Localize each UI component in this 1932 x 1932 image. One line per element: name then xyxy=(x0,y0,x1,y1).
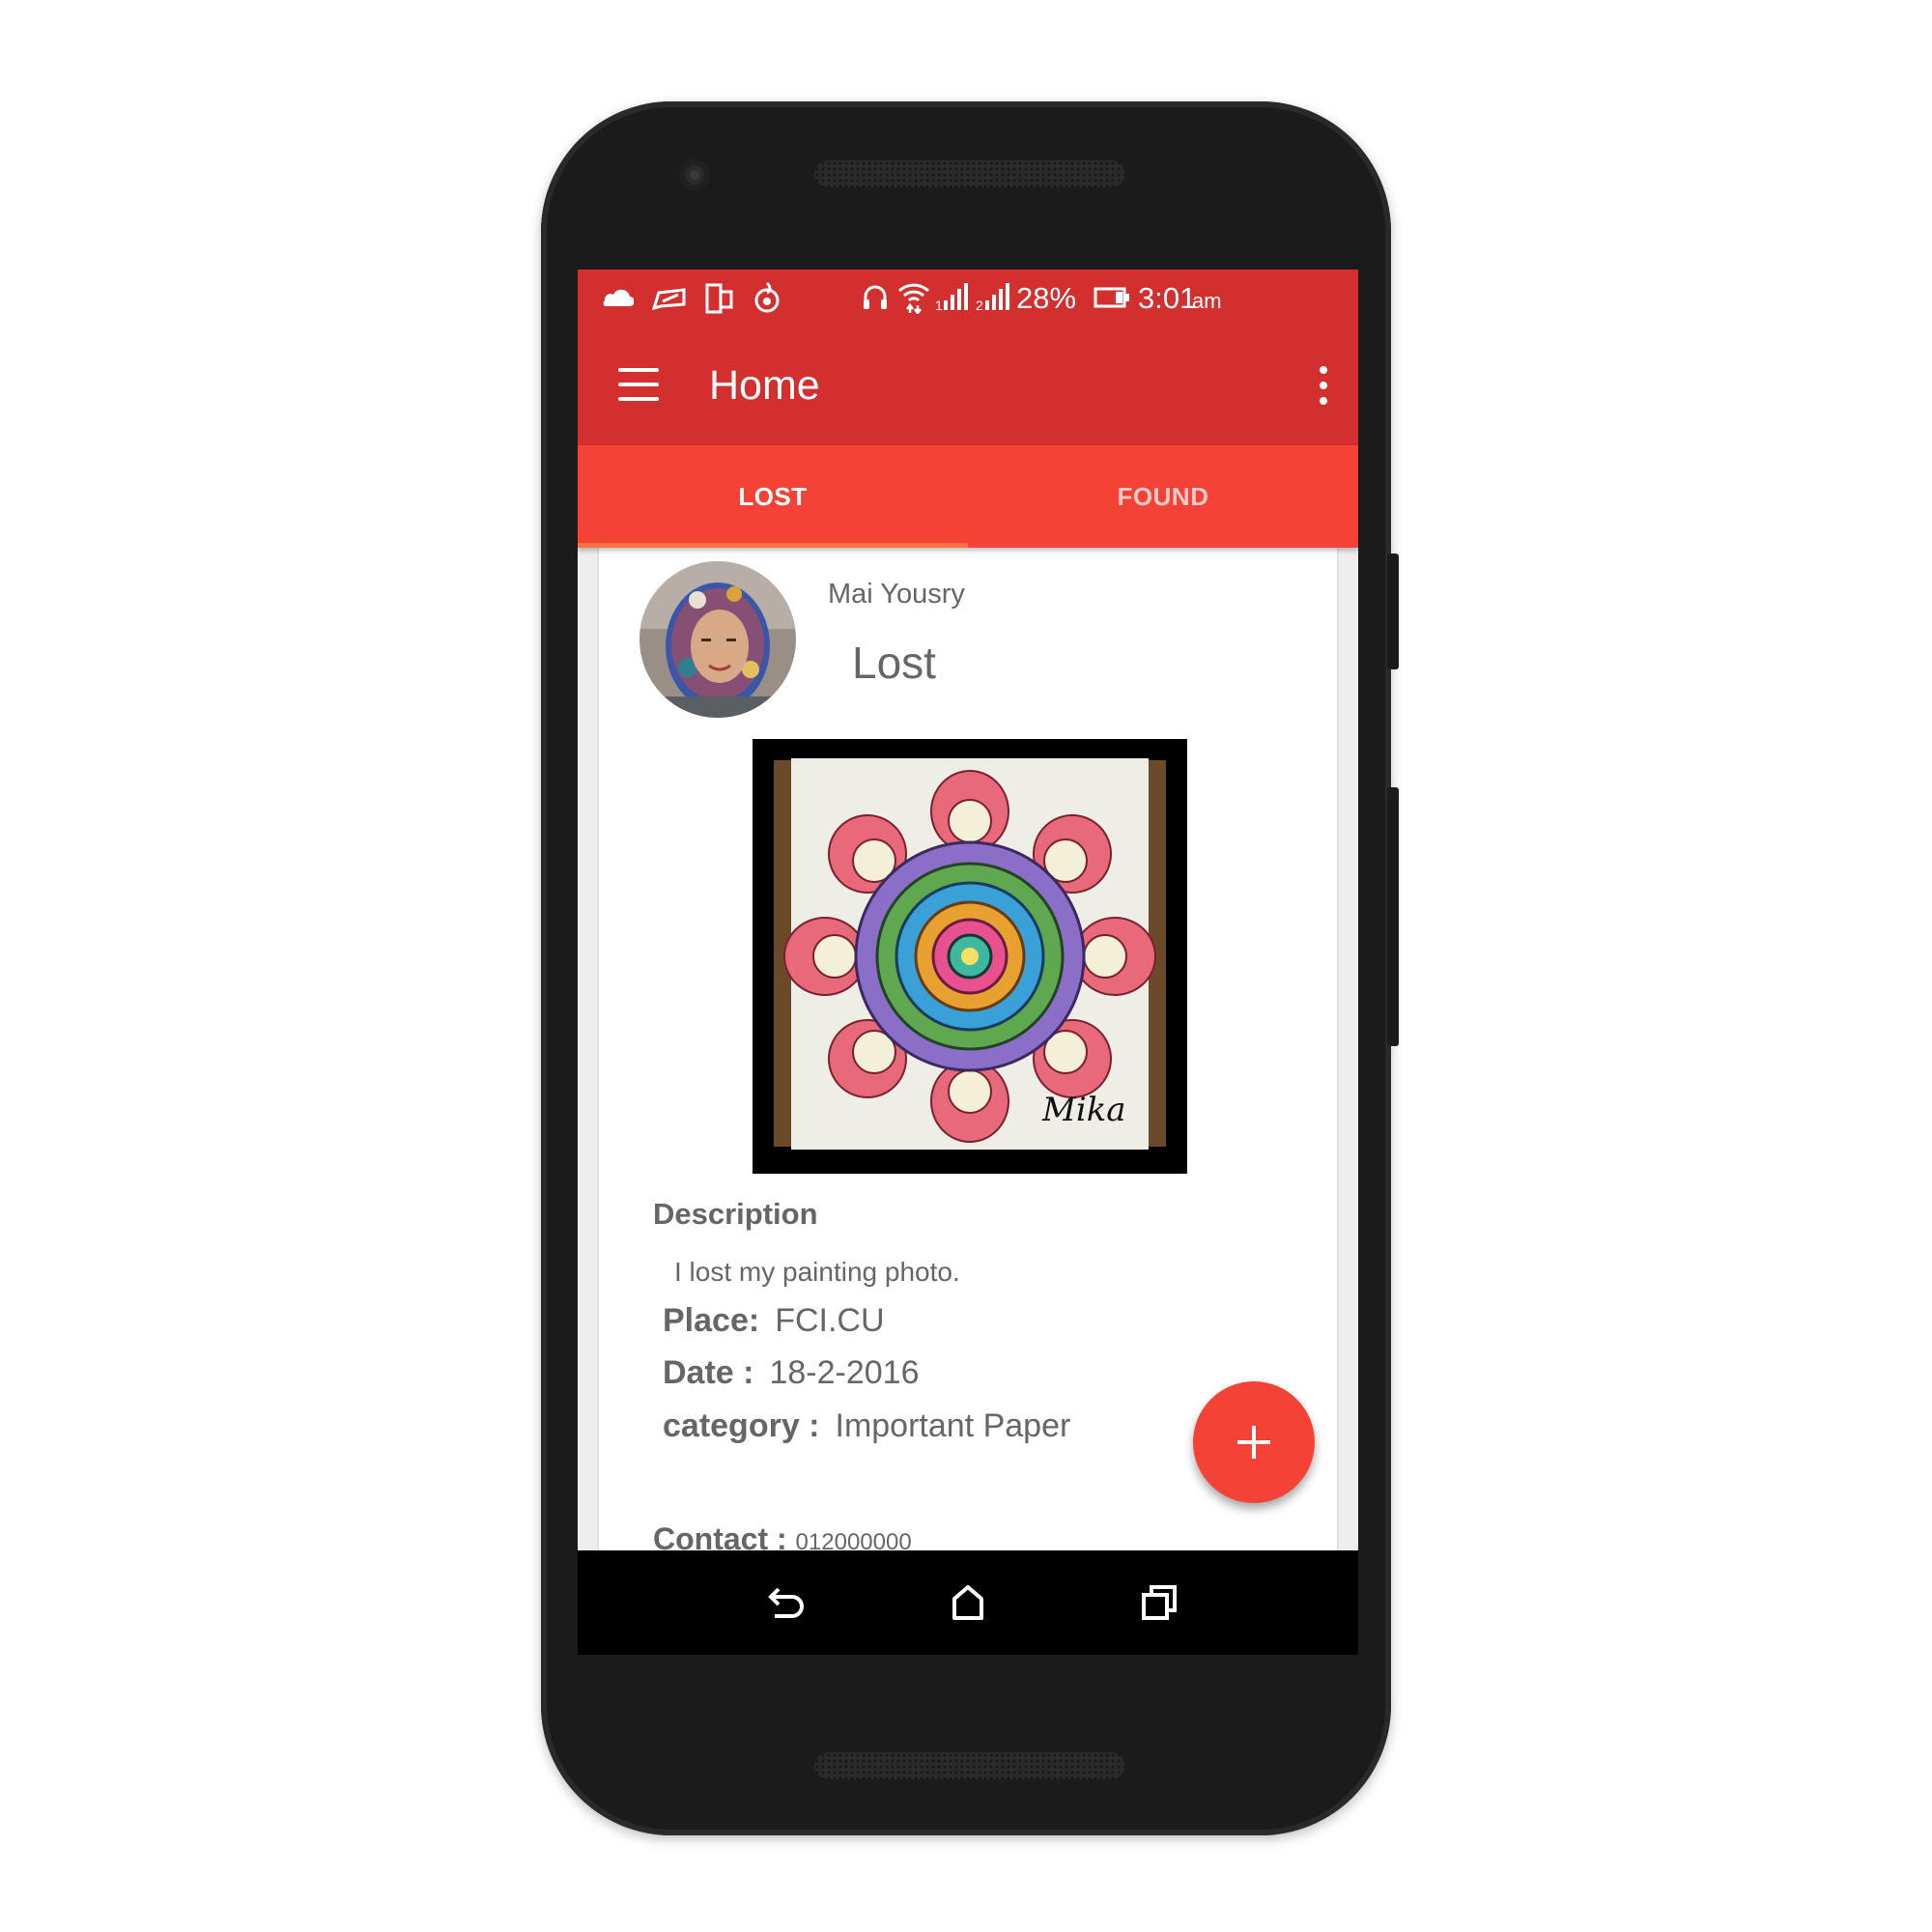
date-value: 18-2-2016 xyxy=(769,1354,920,1391)
battery-icon xyxy=(1094,287,1129,308)
place-row: Place: FCI.CU xyxy=(663,1302,885,1340)
signal-2-icon: 2 xyxy=(976,283,1009,312)
flame-icon xyxy=(754,281,780,313)
bottom-speaker xyxy=(814,1752,1125,1779)
svg-text:2: 2 xyxy=(976,298,983,312)
avatar[interactable] xyxy=(639,561,796,718)
battery-percent: 28% xyxy=(1016,281,1077,315)
signal-1-icon: 1 xyxy=(935,283,968,312)
item-photo[interactable]: Mika xyxy=(753,739,1187,1174)
more-vert-icon[interactable] xyxy=(1318,366,1329,405)
screen-mirror-icon xyxy=(705,283,733,314)
tab-bar: LOST FOUND xyxy=(578,445,1358,548)
wifi-icon xyxy=(897,283,930,314)
description-text: I lost my painting photo. xyxy=(674,1257,960,1287)
post-user-name: Mai Yousry xyxy=(828,579,965,610)
page-title: Home xyxy=(709,362,820,409)
tab-lost[interactable]: LOST xyxy=(578,445,968,548)
navigation-bar xyxy=(578,1550,1358,1655)
post-status: Lost xyxy=(852,638,936,688)
message-icon xyxy=(651,288,686,310)
cloud-icon xyxy=(603,289,634,306)
home-icon[interactable] xyxy=(945,1579,991,1626)
back-icon[interactable] xyxy=(761,1579,808,1626)
tab-found[interactable]: FOUND xyxy=(968,445,1358,548)
add-icon[interactable] xyxy=(1193,1381,1315,1503)
svg-text:1: 1 xyxy=(935,298,943,312)
date-label: Date : xyxy=(663,1354,754,1391)
hamburger-menu-icon[interactable] xyxy=(618,368,659,401)
front-camera xyxy=(679,159,710,190)
category-label: category : xyxy=(663,1407,820,1444)
place-value: FCI.CU xyxy=(775,1302,885,1339)
clock-time: 3:01 xyxy=(1138,281,1197,315)
volume-button xyxy=(1387,787,1399,1046)
top-speaker xyxy=(814,160,1125,187)
clock-ampm: am xyxy=(1192,289,1222,313)
screen: 1 2 28% 3:01 am Home LOST FOUND Mai Yous… xyxy=(578,270,1358,1655)
date-row: Date : 18-2-2016 xyxy=(663,1354,919,1392)
recents-icon[interactable] xyxy=(1136,1579,1182,1626)
category-row: category : Important Paper xyxy=(663,1407,1070,1445)
category-value: Important Paper xyxy=(835,1407,1071,1444)
app-bar: Home xyxy=(578,327,1358,445)
tab-indicator xyxy=(578,543,968,548)
place-label: Place: xyxy=(663,1302,760,1339)
headset-icon xyxy=(864,285,887,309)
photo-signature: Mika xyxy=(1041,1091,1126,1129)
power-button xyxy=(1387,554,1399,669)
description-title: Description xyxy=(653,1197,818,1231)
status-bar: 1 2 28% 3:01 am xyxy=(578,270,1358,327)
